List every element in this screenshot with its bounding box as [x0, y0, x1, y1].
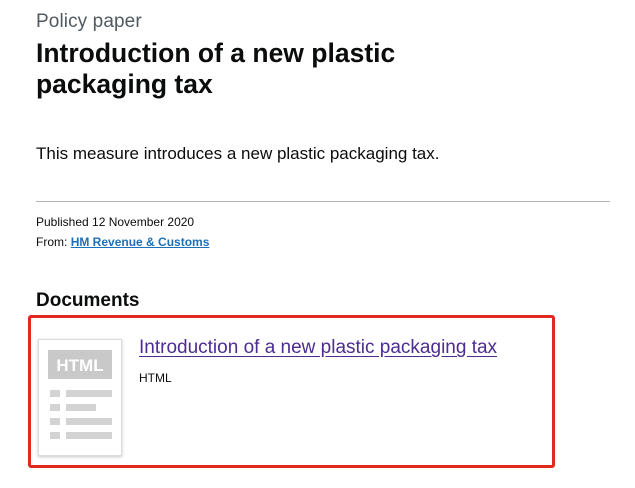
thumbnail-label: HTML: [56, 356, 103, 375]
page-summary: This measure introduces a new plastic pa…: [36, 144, 440, 163]
page-title: Introduction of a new plastic packaging …: [36, 38, 396, 99]
documents-heading: Documents: [36, 290, 140, 311]
from-organisation: From: HM Revenue & Customs: [36, 235, 209, 249]
document-type: HTML: [139, 371, 172, 385]
organisation-link[interactable]: HM Revenue & Customs: [71, 235, 210, 249]
page-caption: Policy paper: [36, 11, 142, 32]
published-date: Published 12 November 2020: [36, 215, 195, 229]
section-divider: [36, 201, 610, 202]
document-title-link[interactable]: Introduction of a new plastic packaging …: [139, 337, 497, 359]
html-document-icon[interactable]: HTML: [38, 339, 122, 456]
html-thumbnail-graphic: HTML: [48, 350, 112, 439]
policy-paper-page: Policy paper Introduction of a new plast…: [0, 0, 635, 488]
from-label: From:: [36, 235, 68, 249]
